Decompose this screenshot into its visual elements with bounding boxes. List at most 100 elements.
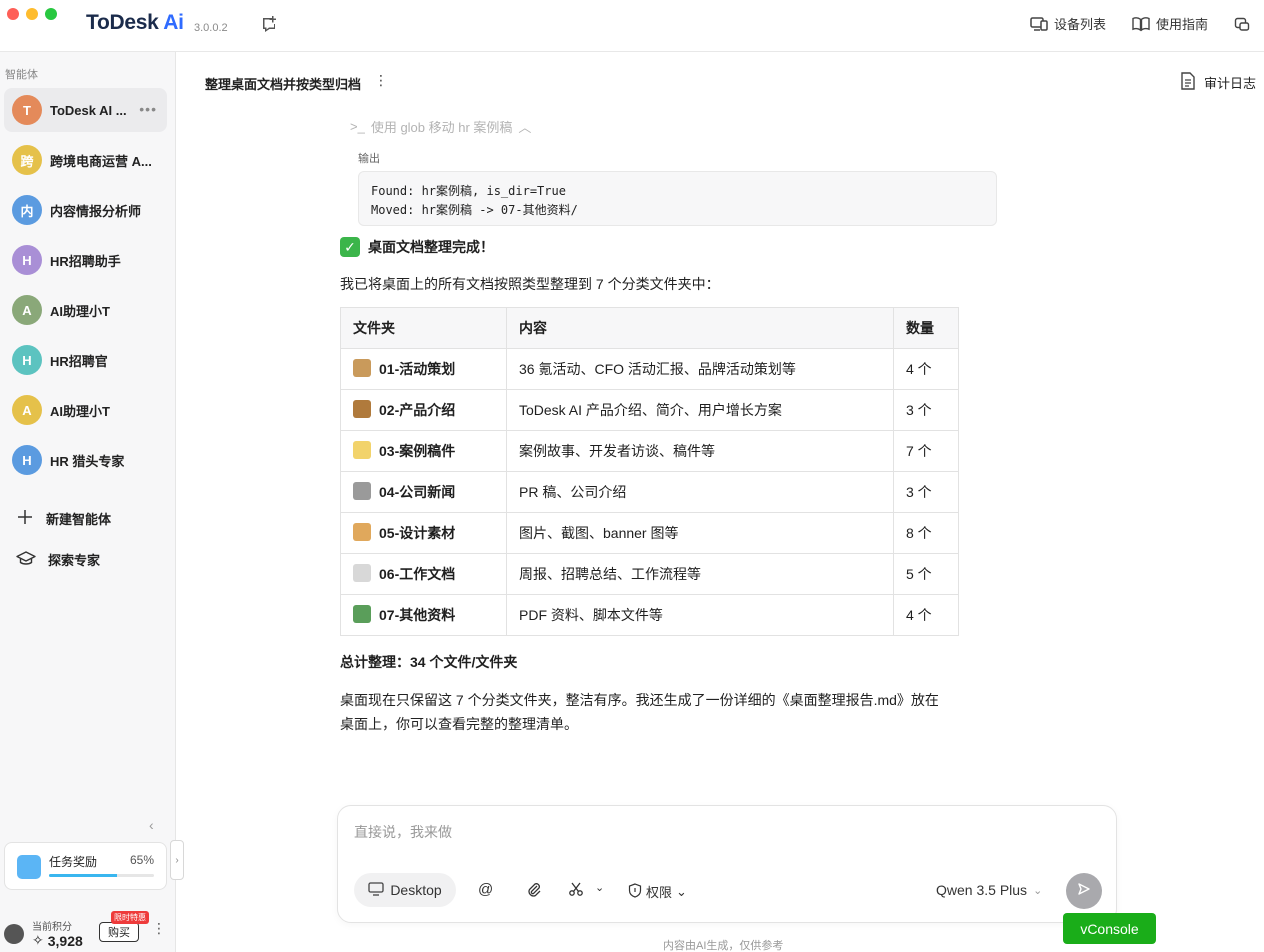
points-value: ✧ 3,928 — [32, 932, 83, 949]
table-header-row: 文件夹 内容 数量 — [340, 307, 959, 349]
reward-progress-fill — [49, 874, 118, 877]
explore-experts-button[interactable]: 探索专家 — [16, 549, 100, 570]
code-line: Moved: hr案例稿 -> 07-其他资料/ — [371, 203, 578, 217]
device-list-label: 设备列表 — [1053, 17, 1106, 32]
agent-item-hr-assistant[interactable]: H HR招聘助手 — [4, 238, 167, 282]
folder-cell: 07-其他资料 — [340, 594, 507, 636]
table-row: 07-其他资料 PDF 资料、脚本文件等 4 个 — [340, 594, 959, 636]
chevron-down-icon[interactable]: ⌄ — [595, 881, 604, 894]
output-label: 输出 — [358, 153, 380, 165]
vconsole-button[interactable]: vConsole — [1063, 913, 1156, 944]
model-selector[interactable]: Qwen 3.5 Plus ⌄ — [936, 882, 1042, 898]
folder-name: 07-其他资料 — [379, 607, 456, 623]
reward-title: 任务奖励 — [49, 855, 98, 869]
expand-panel-handle[interactable]: › — [170, 840, 184, 880]
folder-summary-table: 文件夹 内容 数量 01-活动策划 36 氪活动、CFO 活动汇报、品牌活动策划… — [340, 307, 959, 636]
total-summary: 总计整理：34 个文件/文件夹 — [340, 654, 518, 670]
avatar: T — [12, 95, 42, 125]
document-icon — [353, 564, 371, 582]
app-window: ToDesk Ai 3.0.0.2 设备列表 使用指南 智能体 T ToDesk… — [0, 0, 1264, 952]
brand-logo: ToDesk Ai — [86, 11, 184, 35]
agent-item-ai-assistant-2[interactable]: A AI助理小T — [4, 388, 167, 432]
agent-name: AI助理小T — [50, 303, 110, 319]
send-icon — [1077, 882, 1091, 901]
table-row: 03-案例稿件 案例故事、开发者访谈、稿件等 7 个 — [340, 430, 959, 472]
user-guide-button[interactable]: 使用指南 — [1132, 14, 1208, 33]
folder-name: 05-设计素材 — [379, 525, 456, 541]
content-cell: ToDesk AI 产品介绍、简介、用户增长方案 — [506, 389, 894, 431]
content-cell: 周报、招聘总结、工作流程等 — [506, 553, 894, 595]
explore-experts-label: 探索专家 — [48, 553, 101, 568]
ai-disclaimer: 内容由AI生成，仅供参考 — [663, 940, 784, 952]
agent-item-cross-border[interactable]: 跨 跨境电商运营 A... — [4, 138, 167, 182]
desktop-context-chip[interactable]: Desktop — [354, 873, 456, 907]
new-chat-icon[interactable] — [260, 15, 278, 33]
completion-heading: ✓ 桌面文档整理完成！ — [340, 237, 494, 257]
desktop-share-icon — [368, 881, 384, 899]
scissors-icon[interactable] — [568, 881, 584, 897]
tool-call-header[interactable]: >_ 使用 glob 移动 hr 案例稿 ︿ — [350, 117, 531, 136]
minimize-window-button[interactable] — [26, 8, 38, 20]
mention-icon[interactable]: @ — [478, 881, 493, 898]
content-cell: PR 稿、公司介绍 — [506, 471, 894, 513]
title-bar: ToDesk Ai 3.0.0.2 设备列表 使用指南 — [0, 0, 1264, 52]
points-label: 当前积分 — [32, 922, 72, 933]
avatar: H — [12, 245, 42, 275]
task-reward-card[interactable]: 任务奖励 65% — [4, 842, 167, 890]
palette-icon — [353, 523, 371, 541]
clipboard-icon — [353, 359, 371, 377]
document-icon — [1180, 72, 1196, 93]
close-window-button[interactable] — [7, 8, 19, 20]
agent-item-hr-recruiter[interactable]: H HR招聘官 — [4, 338, 167, 382]
header-content: 内容 — [506, 307, 894, 349]
table-row: 01-活动策划 36 氪活动、CFO 活动汇报、品牌活动策划等 4 个 — [340, 348, 959, 390]
content-cell: 36 氪活动、CFO 活动汇报、品牌活动策划等 — [506, 348, 894, 390]
user-avatar[interactable] — [4, 924, 24, 944]
folder-cell: 04-公司新闻 — [340, 471, 507, 513]
gift-icon — [17, 855, 41, 879]
reward-progress-bar — [49, 874, 154, 877]
collapse-sidebar-icon[interactable]: ‹ — [149, 817, 154, 833]
paperclip-icon[interactable] — [526, 881, 542, 897]
more-options-icon[interactable]: ••• — [139, 101, 157, 117]
folder-name: 02-产品介绍 — [379, 402, 456, 418]
memo-icon — [353, 441, 371, 459]
more-vertical-icon[interactable]: ⋮ — [152, 920, 166, 937]
agents-section-label: 智能体 — [5, 69, 38, 81]
maximize-window-button[interactable] — [45, 8, 57, 20]
agent-item-content-analyst[interactable]: 内 内容情报分析师 — [4, 188, 167, 232]
points-number: 3,928 — [47, 932, 83, 949]
agent-item-ai-assistant[interactable]: A AI助理小T — [4, 288, 167, 332]
device-list-button[interactable]: 设备列表 — [1030, 14, 1106, 33]
sidebar: 智能体 T ToDesk AI ... ••• 跨 跨境电商运营 A... 内 … — [0, 52, 176, 952]
buy-button[interactable]: 购买 — [99, 922, 139, 942]
completion-title: 桌面文档整理完成！ — [368, 239, 494, 255]
conversation-more-icon[interactable]: ⋮ — [374, 72, 388, 89]
avatar: 跨 — [12, 145, 42, 175]
table-row: 02-产品介绍 ToDesk AI 产品介绍、简介、用户增长方案 3 个 — [340, 389, 959, 431]
count-cell: 5 个 — [893, 553, 959, 595]
new-agent-button[interactable]: 新建智能体 — [16, 508, 111, 529]
agent-name: 内容情报分析师 — [50, 203, 142, 219]
window-mode-button[interactable] — [1234, 16, 1250, 32]
intro-text: 我已将桌面上的所有文档按照类型整理到 7 个分类文件夹中： — [340, 276, 720, 292]
avatar: H — [12, 445, 42, 475]
chevron-down-icon: ⌄ — [1033, 884, 1043, 897]
package-icon — [353, 400, 371, 418]
agent-item-hr-headhunter[interactable]: H HR 猎头专家 — [4, 438, 167, 482]
book-icon — [1132, 16, 1150, 32]
message-input[interactable] — [354, 824, 1094, 840]
avatar: A — [12, 295, 42, 325]
audit-log-button[interactable]: 审计日志 — [1180, 72, 1256, 93]
count-cell: 4 个 — [893, 348, 959, 390]
tool-call-label: 使用 glob 移动 hr 案例稿 — [370, 120, 513, 135]
count-cell: 7 个 — [893, 430, 959, 472]
shield-icon — [628, 882, 642, 901]
avatar: 内 — [12, 195, 42, 225]
send-button[interactable] — [1066, 873, 1102, 909]
agent-item-todesk-ai[interactable]: T ToDesk AI ... ••• — [4, 88, 167, 132]
folder-cell: 03-案例稿件 — [340, 430, 507, 472]
permission-dropdown[interactable]: 权限 ⌄ — [628, 882, 687, 901]
count-cell: 4 个 — [893, 594, 959, 636]
books-icon — [353, 605, 371, 623]
